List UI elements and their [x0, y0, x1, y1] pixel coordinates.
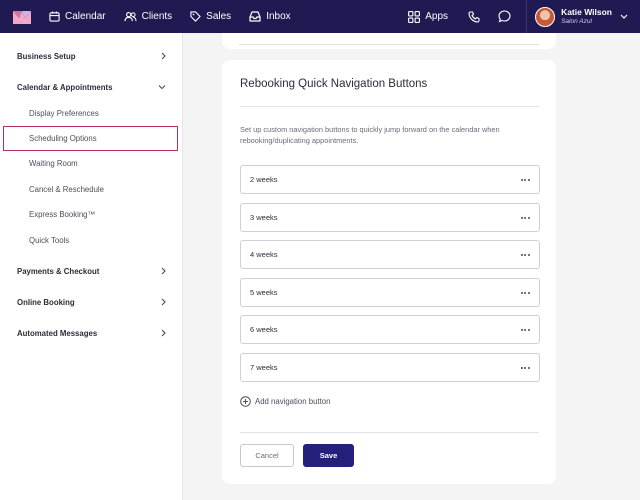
- chevron-right-icon: [161, 52, 166, 60]
- nav-button-label: 2 weeks: [250, 175, 278, 184]
- rebooking-card: Rebooking Quick Navigation Buttons Set u…: [222, 60, 556, 484]
- sidebar-item-label: Waiting Room: [29, 158, 78, 168]
- sidebar-item-label: Automated Messages: [17, 328, 98, 338]
- nav-button-label: 4 weeks: [250, 250, 278, 259]
- nav-separator: [526, 0, 528, 33]
- add-navigation-button[interactable]: Add navigation button: [240, 396, 330, 407]
- more-dots-icon[interactable]: [520, 291, 530, 294]
- sidebar-item-label: Express Booking™: [29, 209, 96, 219]
- inbox-icon: [249, 11, 261, 22]
- nav-button-label: 5 weeks: [250, 288, 278, 297]
- sidebar-item-cancel-reschedule[interactable]: Cancel & Reschedule: [0, 182, 183, 196]
- apps-grid-icon: [408, 10, 421, 23]
- calendar-icon: [49, 11, 60, 22]
- settings-sidebar: Business Setup Calendar & Appointments D…: [0, 33, 183, 500]
- chevron-down-icon: [158, 85, 166, 90]
- chevron-right-icon: [161, 267, 166, 275]
- divider: [240, 106, 539, 107]
- more-dots-icon[interactable]: [520, 253, 530, 256]
- nav-calendar-label: Calendar: [65, 11, 106, 22]
- add-navigation-label: Add navigation button: [255, 397, 331, 406]
- plus-circle-icon: [240, 396, 251, 407]
- sidebar-item-label: Display Preferences: [29, 108, 99, 118]
- nav-sales[interactable]: Sales: [190, 0, 231, 33]
- sidebar-item-label: Calendar & Appointments: [17, 82, 113, 92]
- sales-tag-icon: [190, 11, 201, 22]
- phone-icon[interactable]: [466, 9, 482, 25]
- sidebar-item-label: Scheduling Options: [29, 134, 97, 143]
- nav-sales-label: Sales: [206, 11, 232, 22]
- sidebar-item-label: Payments & Checkout: [17, 266, 100, 276]
- nav-button-row[interactable]: 6 weeks: [240, 315, 540, 344]
- clients-icon: [124, 12, 137, 22]
- card-description: Set up custom navigation buttons to quic…: [240, 125, 500, 146]
- nav-button-row[interactable]: 5 weeks: [240, 278, 540, 307]
- nav-clients-label: Clients: [141, 11, 173, 22]
- nav-button-row[interactable]: 4 weeks: [240, 240, 540, 269]
- nav-inbox[interactable]: Inbox: [249, 0, 291, 33]
- nav-apps[interactable]: Apps: [408, 10, 449, 23]
- sidebar-item-label: Quick Tools: [29, 235, 70, 245]
- sidebar-item-label: Online Booking: [17, 297, 75, 307]
- nav-clients[interactable]: Clients: [124, 0, 173, 33]
- nav-calendar[interactable]: Calendar: [49, 0, 106, 33]
- card-title: Rebooking Quick Navigation Buttons: [240, 78, 428, 90]
- nav-button-label: 3 weeks: [250, 213, 278, 222]
- divider: [239, 44, 539, 45]
- sidebar-item-payments-checkout[interactable]: Payments & Checkout: [0, 264, 183, 278]
- nav-button-label: 7 weeks: [250, 363, 278, 372]
- save-button[interactable]: Save: [303, 444, 354, 467]
- more-dots-icon[interactable]: [520, 178, 530, 181]
- sidebar-item-quick-tools[interactable]: Quick Tools: [0, 233, 183, 247]
- sidebar-item-online-booking[interactable]: Online Booking: [0, 295, 183, 309]
- sidebar-item-business-setup[interactable]: Business Setup: [0, 49, 183, 63]
- more-dots-icon[interactable]: [520, 328, 530, 331]
- top-nav: Calendar Clients Sales Inbox Apps Katie …: [0, 0, 640, 33]
- sidebar-item-label: Cancel & Reschedule: [29, 184, 104, 194]
- chat-icon[interactable]: [496, 9, 512, 25]
- user-menu[interactable]: Katie Wilson Salon Azul: [561, 7, 612, 25]
- nav-inbox-label: Inbox: [266, 11, 291, 22]
- sidebar-item-calendar-appointments[interactable]: Calendar & Appointments: [0, 80, 183, 94]
- sidebar-item-express-booking[interactable]: Express Booking™: [0, 207, 183, 221]
- sidebar-item-label: Business Setup: [17, 51, 76, 61]
- previous-card: [222, 33, 556, 49]
- cancel-button[interactable]: Cancel: [240, 444, 294, 467]
- avatar[interactable]: [535, 6, 556, 27]
- nav-right: Apps Katie Wilson Salon Azul: [408, 0, 640, 33]
- chevron-down-icon[interactable]: [620, 14, 628, 19]
- user-name: Katie Wilson: [561, 7, 612, 18]
- nav-button-row[interactable]: 3 weeks: [240, 203, 540, 232]
- more-dots-icon[interactable]: [520, 216, 530, 219]
- user-business: Salon Azul: [561, 17, 592, 25]
- more-dots-icon[interactable]: [520, 366, 530, 369]
- chevron-right-icon: [161, 298, 166, 306]
- sidebar-item-display-preferences[interactable]: Display Preferences: [0, 106, 183, 120]
- logo-icon[interactable]: [13, 10, 31, 24]
- divider: [240, 432, 539, 433]
- nav-apps-label: Apps: [425, 11, 449, 22]
- sidebar-item-waiting-room[interactable]: Waiting Room: [0, 156, 183, 170]
- nav-button-row[interactable]: 2 weeks: [240, 165, 540, 194]
- sidebar-item-scheduling-options[interactable]: Scheduling Options: [3, 126, 178, 151]
- nav-button-row[interactable]: 7 weeks: [240, 353, 540, 382]
- chevron-right-icon: [161, 329, 166, 337]
- nav-button-label: 6 weeks: [250, 325, 278, 334]
- sidebar-item-automated-messages[interactable]: Automated Messages: [0, 326, 183, 340]
